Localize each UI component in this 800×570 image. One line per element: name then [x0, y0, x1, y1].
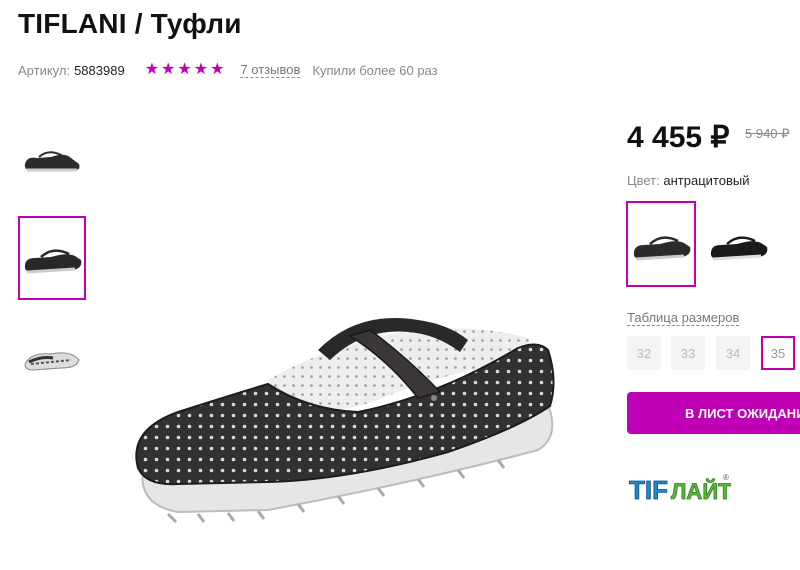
- current-price: 4 455 ₽: [627, 121, 730, 154]
- color-info: Цвет: антрацитовый: [627, 173, 749, 188]
- color-label: Цвет:: [627, 173, 660, 188]
- brand-logo[interactable]: TIF ЛАЙТ ®: [627, 468, 731, 508]
- size-option[interactable]: 32: [627, 336, 661, 370]
- add-to-waitlist-label: В ЛИСТ ОЖИДАНИЯ: [685, 405, 800, 421]
- product-meta: Артикул: 5883989 ★ ★ ★ ★ ★ 7 отзывов Куп…: [18, 62, 438, 78]
- shoe-thumbnail-icon: [24, 249, 82, 274]
- product-title: TIFLANI / Туфли: [18, 8, 242, 39]
- star-icon: ★: [144, 61, 160, 78]
- thumbnail-angle-view[interactable]: [18, 216, 86, 300]
- star-icon: ★: [210, 61, 225, 78]
- shoe-swatch-icon: [710, 236, 768, 261]
- size-table-link[interactable]: Таблица размеров: [627, 310, 740, 326]
- brand-logo-part1: TIF: [629, 475, 668, 505]
- rating-stars: ★ ★ ★ ★ ★: [144, 61, 227, 78]
- color-swatch-black[interactable]: [703, 201, 773, 287]
- shoe-thumbnail-icon: [24, 151, 80, 172]
- size-option[interactable]: 34: [716, 336, 750, 370]
- product-main-image: [135, 318, 555, 524]
- star-icon: ★: [193, 61, 209, 78]
- shoe-sole-icon: [24, 352, 80, 371]
- color-value: антрацитовый: [663, 173, 750, 188]
- size-option[interactable]: 33: [671, 336, 705, 370]
- thumbnail-side-view[interactable]: [18, 116, 86, 200]
- reviews-link[interactable]: 7 отзывов: [240, 62, 301, 78]
- size-option-selected[interactable]: 35: [761, 336, 795, 370]
- brand-logo-mark: ®: [723, 473, 729, 482]
- old-price: 5 940 ₽: [745, 126, 790, 141]
- star-icon: ★: [161, 61, 176, 78]
- star-icon: ★: [177, 61, 192, 78]
- thumbnail-sole-view[interactable]: [18, 316, 86, 400]
- article-value: 5883989: [74, 62, 125, 78]
- article-label: Артикул:: [18, 62, 71, 78]
- brand-logo-part2: ЛАЙТ: [671, 479, 731, 504]
- bought-count: Купили более 60 раз: [312, 62, 438, 78]
- add-to-waitlist-button[interactable]: В ЛИСТ ОЖИДАНИЯ: [627, 392, 800, 434]
- color-swatch-anthracite[interactable]: [626, 201, 696, 287]
- shoe-swatch-icon: [633, 236, 691, 261]
